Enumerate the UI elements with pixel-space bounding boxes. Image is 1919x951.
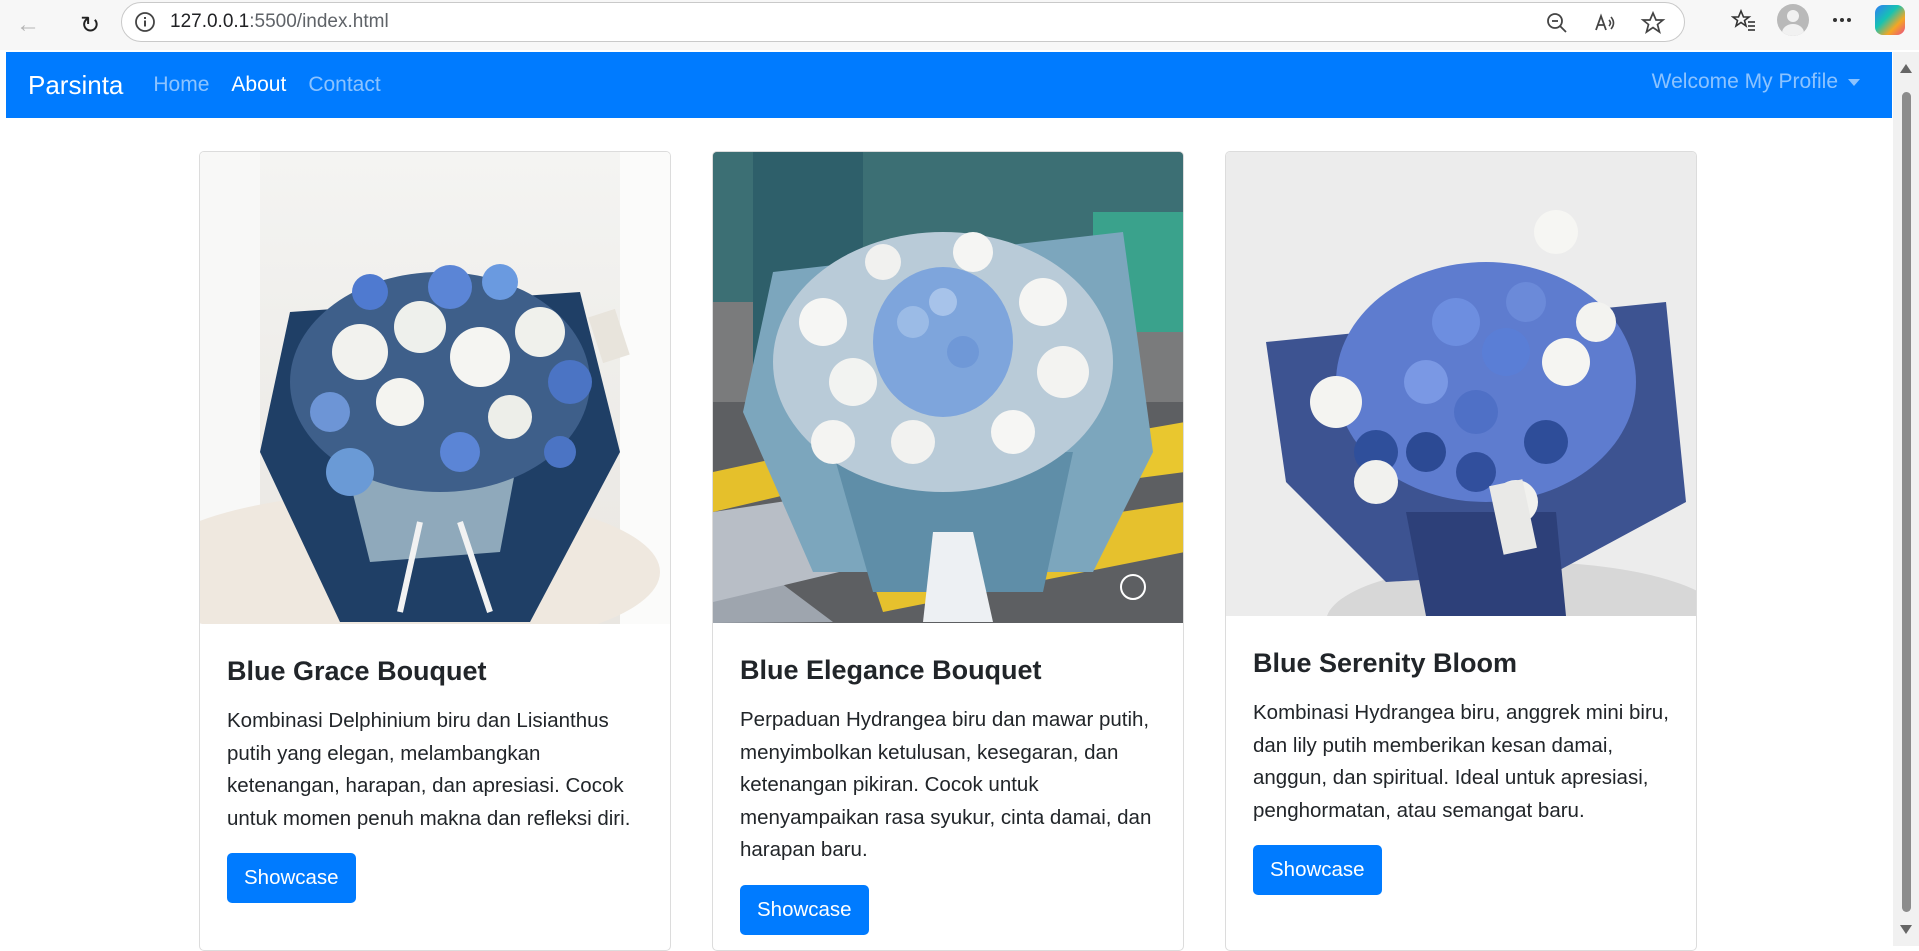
- bouquet-image: [713, 152, 1183, 623]
- showcase-button[interactable]: Showcase: [1253, 845, 1382, 895]
- card-description: Kombinasi Delphinium biru dan Lisianthus…: [227, 709, 631, 830]
- profile-avatar-icon[interactable]: [1777, 4, 1809, 36]
- zoom-out-icon[interactable]: [1544, 10, 1570, 36]
- reload-icon[interactable]: ↻: [72, 7, 108, 43]
- card-description: Kombinasi Hydrangea biru, anggrek mini b…: [1253, 701, 1669, 822]
- chevron-down-icon: [1848, 78, 1860, 86]
- scroll-down-icon[interactable]: [1900, 925, 1912, 934]
- back-icon[interactable]: ←: [10, 7, 46, 43]
- site-info-icon[interactable]: [134, 11, 156, 33]
- showcase-button[interactable]: Showcase: [740, 884, 869, 935]
- site-navbar: Parsinta Home About Contact Welcome My P…: [6, 52, 1892, 118]
- brand-logo[interactable]: Parsinta: [28, 70, 123, 101]
- profile-dropdown[interactable]: Welcome My Profile: [1652, 70, 1860, 94]
- read-aloud-icon[interactable]: [1592, 10, 1618, 36]
- card-title: Blue Grace Bouquet: [227, 656, 487, 686]
- copilot-icon[interactable]: [1875, 5, 1905, 35]
- scrollbar-thumb[interactable]: [1902, 92, 1911, 912]
- product-card: Blue Serenity Bloom Kombinasi Hydrangea …: [1225, 151, 1697, 951]
- browser-toolbar: ← ↻ 127.0.0.1:5500/index.html: [0, 0, 1919, 50]
- url-host: 127.0.0.1: [170, 11, 250, 32]
- favorite-star-icon[interactable]: [1640, 10, 1666, 36]
- profile-dropdown-label: Welcome My Profile: [1651, 70, 1838, 93]
- product-card: Blue Grace Bouquet Kombinasi Delphinium …: [199, 151, 671, 951]
- address-bar[interactable]: 127.0.0.1:5500/index.html: [121, 2, 1685, 42]
- card-title: Blue Serenity Bloom: [1253, 648, 1518, 678]
- favorites-icon[interactable]: [1731, 7, 1757, 33]
- bouquet-image: [200, 152, 670, 624]
- page-scrollbar[interactable]: [1893, 52, 1919, 946]
- showcase-button[interactable]: Showcase: [227, 853, 356, 903]
- scroll-up-icon[interactable]: [1900, 64, 1912, 73]
- nav-link-home[interactable]: Home: [153, 73, 209, 97]
- card-title: Blue Elegance Bouquet: [740, 655, 1042, 685]
- more-options-icon[interactable]: [1829, 7, 1855, 33]
- nav-link-contact[interactable]: Contact: [308, 73, 380, 97]
- product-card: Blue Elegance Bouquet Perpaduan Hydrange…: [712, 151, 1184, 951]
- nav-link-about[interactable]: About: [231, 73, 286, 97]
- nav-links: Home About Contact: [153, 73, 380, 97]
- url-text: 127.0.0.1:5500/index.html: [170, 11, 389, 33]
- url-path: :5500/index.html: [249, 11, 389, 32]
- card-description: Perpaduan Hydrangea biru dan mawar putih…: [740, 708, 1152, 861]
- bouquet-image: [1226, 152, 1696, 616]
